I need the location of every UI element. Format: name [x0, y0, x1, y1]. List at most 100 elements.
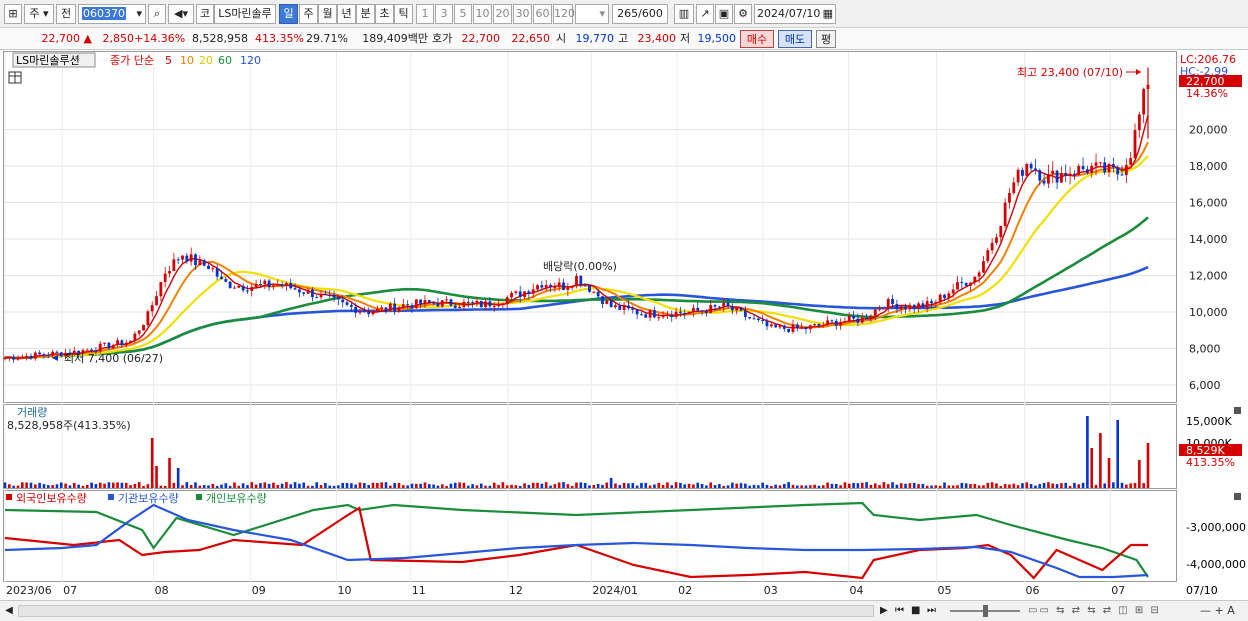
candle-body [254, 283, 258, 288]
volume-bar [1073, 482, 1076, 488]
volume-bar [501, 482, 505, 488]
volume-bar [570, 485, 574, 488]
candle-body [934, 302, 938, 304]
volume-bar [1116, 420, 1119, 488]
volume-bar [1138, 460, 1141, 488]
volume-bar [406, 485, 409, 488]
volume-bar [371, 482, 375, 488]
candle-body [306, 289, 310, 294]
candle-body [956, 282, 959, 290]
candle-body [98, 343, 102, 352]
scroll-left-icon[interactable]: ◀ [3, 604, 15, 618]
candle-body [917, 303, 920, 309]
volume-bar [163, 485, 167, 488]
holdings-panel-close-icon[interactable] [1234, 493, 1241, 500]
volume-bar [1042, 482, 1046, 488]
volume-bar [808, 485, 812, 488]
volume-bar [16, 485, 20, 488]
volume-bar [562, 482, 565, 488]
volume-bar [1064, 482, 1068, 488]
candle-body [419, 299, 423, 305]
candle-body [25, 355, 29, 357]
volume-bar [341, 482, 345, 488]
chart-view-icons[interactable]: ▭▭ ⇆ ⇄ ⇆ ⇄ ◫ ⊞ ⊟ [1028, 604, 1218, 618]
individual-holdings-legend: 개인보유수량 [206, 492, 267, 505]
candle-body [644, 314, 648, 318]
x-axis-label: 12 [509, 584, 523, 597]
stop-icon[interactable]: ■ [911, 604, 925, 618]
volume-bar [46, 485, 50, 488]
candle-body [42, 354, 46, 356]
zoom-slider-handle[interactable] [983, 605, 988, 617]
zoom-controls-icon[interactable]: — + A [1200, 604, 1244, 618]
fast-forward-icon[interactable]: ⏭ [927, 604, 941, 618]
candle-body [899, 306, 903, 310]
candle-body [185, 255, 189, 262]
volume-bar [579, 482, 583, 488]
candle-body [59, 352, 63, 357]
volume-bar [410, 483, 414, 488]
candle-body [661, 315, 665, 318]
candle-body [1047, 174, 1050, 184]
volume-bar [722, 485, 726, 488]
volume-bar [718, 484, 721, 488]
volume-bar [700, 483, 704, 488]
price-legend: LS마린솔루션 종가 단순 5 10 20 60 120 [8, 52, 261, 84]
price-axis-tick: 12,000 [1189, 270, 1228, 283]
volume-bar [116, 482, 119, 488]
individual-legend-swatch [196, 494, 202, 500]
candle-body [1081, 165, 1085, 170]
volume-bar [1125, 484, 1128, 488]
volume-bar [990, 482, 994, 488]
candle-body [709, 305, 713, 314]
candle-body [272, 285, 275, 288]
candle-body [562, 282, 565, 290]
candle-body [501, 303, 505, 305]
arrow-right-icon [1136, 69, 1141, 75]
volume-bar [393, 483, 396, 488]
candlesticks [3, 67, 1150, 363]
candle-body [55, 351, 59, 353]
candle-body [653, 310, 656, 318]
volume-bar [471, 484, 474, 488]
hold-tick-3m: -3,000,000 [1186, 521, 1246, 534]
candle-body [536, 285, 539, 290]
candle-body [1103, 162, 1107, 173]
volume-bar [778, 485, 782, 488]
volume-bar [891, 482, 894, 488]
candle-body [908, 304, 912, 310]
volume-bar [98, 482, 102, 488]
volume-bar [324, 482, 327, 488]
volume-panel-close-icon[interactable] [1234, 407, 1241, 414]
candle-body [315, 297, 319, 299]
volume-bar [787, 482, 790, 488]
volume-bar [397, 483, 401, 488]
candle-body [129, 340, 132, 343]
chart-scrollbar[interactable]: ◀ ▶ ⏮ ■ ⏭ ▭▭ ⇆ ⇄ ⇆ ⇄ ◫ ⊞ ⊟ — + A [0, 600, 1248, 621]
volume-bar [609, 478, 613, 488]
candle-body [194, 254, 197, 266]
candle-body [176, 259, 180, 261]
rewind-icon[interactable]: ⏮ [895, 604, 909, 618]
volume-bar [670, 485, 674, 488]
scroll-track[interactable] [18, 605, 874, 617]
volume-bar [679, 482, 682, 488]
volume-bar [865, 482, 868, 488]
volume-bar [250, 482, 254, 488]
volume-bar [453, 482, 457, 488]
candle-body [761, 319, 765, 322]
volume-bar [938, 485, 942, 488]
volume-bar [1068, 485, 1072, 488]
volume-bar [129, 485, 132, 488]
volume-bar [614, 483, 617, 488]
volume-bar [566, 484, 570, 488]
candle-body [172, 259, 176, 271]
candle-body [518, 291, 522, 297]
candle-body [609, 300, 613, 308]
candle-body [285, 282, 288, 287]
volume-bar [224, 483, 228, 488]
scroll-right-icon[interactable]: ▶ [880, 604, 892, 618]
candle-body [375, 308, 379, 313]
x-axis-label: 09 [252, 584, 266, 597]
candle-body [142, 324, 145, 331]
